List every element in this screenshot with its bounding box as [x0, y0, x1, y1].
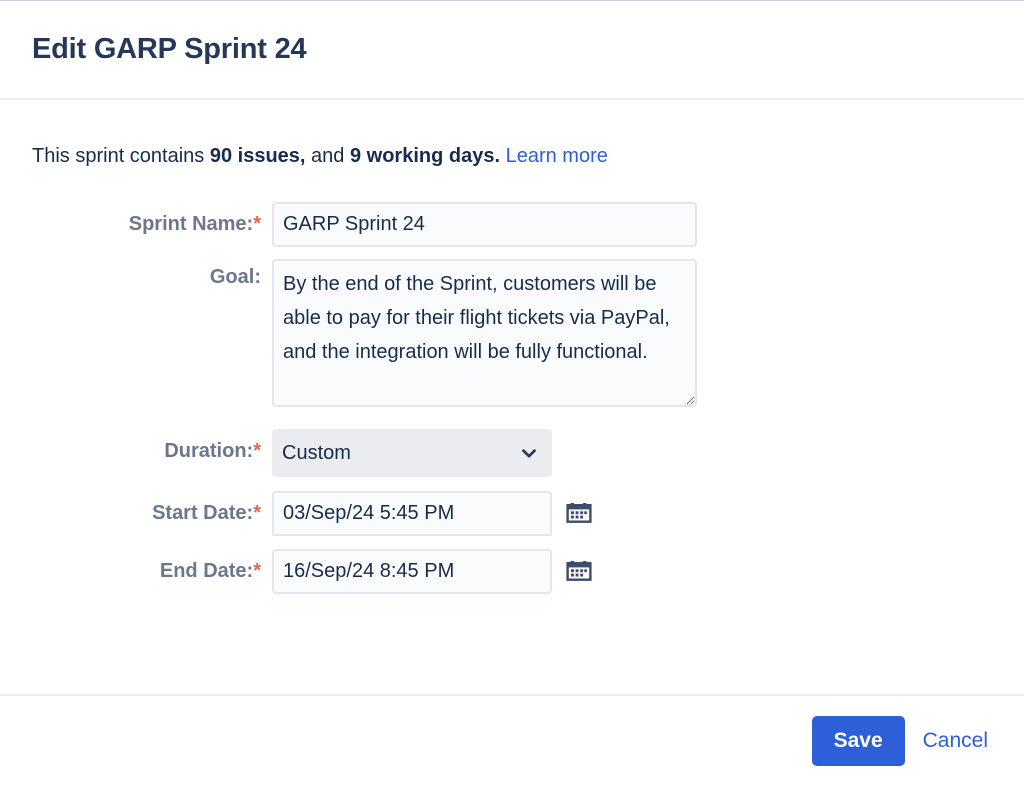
required-asterisk: *	[253, 440, 261, 462]
working-days-count: 9 working days.	[349, 145, 501, 167]
required-asterisk: *	[253, 502, 261, 524]
dialog-header: Edit GARP Sprint 24	[0, 1, 1024, 100]
end-date-label-text: End Date:	[159, 560, 254, 582]
form-row-end-date: End Date:*	[32, 549, 992, 594]
duration-select-wrapper: Custom	[272, 429, 552, 477]
issue-count: 90 issues,	[209, 145, 306, 167]
sprint-info-text: This sprint contains 90 issues, and 9 wo…	[32, 144, 992, 168]
end-date-label: End Date:*	[32, 549, 272, 593]
learn-more-link[interactable]: Learn more	[506, 145, 608, 167]
info-middle: and	[305, 145, 350, 167]
sprint-name-label: Sprint Name:*	[32, 202, 272, 246]
duration-label: Duration:*	[32, 429, 272, 473]
required-asterisk: *	[253, 560, 261, 582]
end-date-calendar-button[interactable]	[565, 549, 593, 594]
form-row-sprint-name: Sprint Name:*	[32, 202, 992, 247]
save-button[interactable]: Save	[811, 715, 905, 766]
form-row-goal: Goal:	[32, 259, 992, 407]
required-asterisk: *	[253, 213, 261, 235]
sprint-name-label-text: Sprint Name:	[128, 213, 254, 235]
info-prefix: This sprint contains	[32, 145, 210, 167]
edit-sprint-dialog: Edit GARP Sprint 24 This sprint contains…	[0, 0, 1024, 785]
cancel-button[interactable]: Cancel	[919, 729, 992, 753]
start-date-calendar-button[interactable]	[565, 491, 593, 536]
start-date-input[interactable]	[272, 491, 552, 536]
end-date-input[interactable]	[272, 549, 552, 594]
dialog-body: This sprint contains 90 issues, and 9 wo…	[0, 100, 1024, 694]
form-row-duration: Duration:* Custom	[32, 429, 992, 477]
sprint-name-input[interactable]	[272, 202, 697, 247]
duration-label-text: Duration:	[164, 440, 254, 462]
form-row-start-date: Start Date:*	[32, 491, 992, 536]
duration-select[interactable]: Custom	[272, 429, 552, 477]
duration-selected-value: Custom	[282, 441, 351, 464]
page-title: Edit GARP Sprint 24	[32, 33, 307, 65]
goal-label-text: Goal:	[209, 266, 261, 288]
start-date-label-text: Start Date:	[152, 502, 254, 524]
goal-label: Goal:	[32, 259, 272, 295]
goal-textarea[interactable]	[272, 259, 697, 407]
dialog-footer: Save Cancel	[0, 694, 1024, 785]
calendar-icon	[566, 557, 592, 586]
start-date-label: Start Date:*	[32, 491, 272, 535]
calendar-icon	[566, 499, 592, 528]
sprint-form: Sprint Name:* Goal: Duration:* Custom	[32, 202, 992, 594]
